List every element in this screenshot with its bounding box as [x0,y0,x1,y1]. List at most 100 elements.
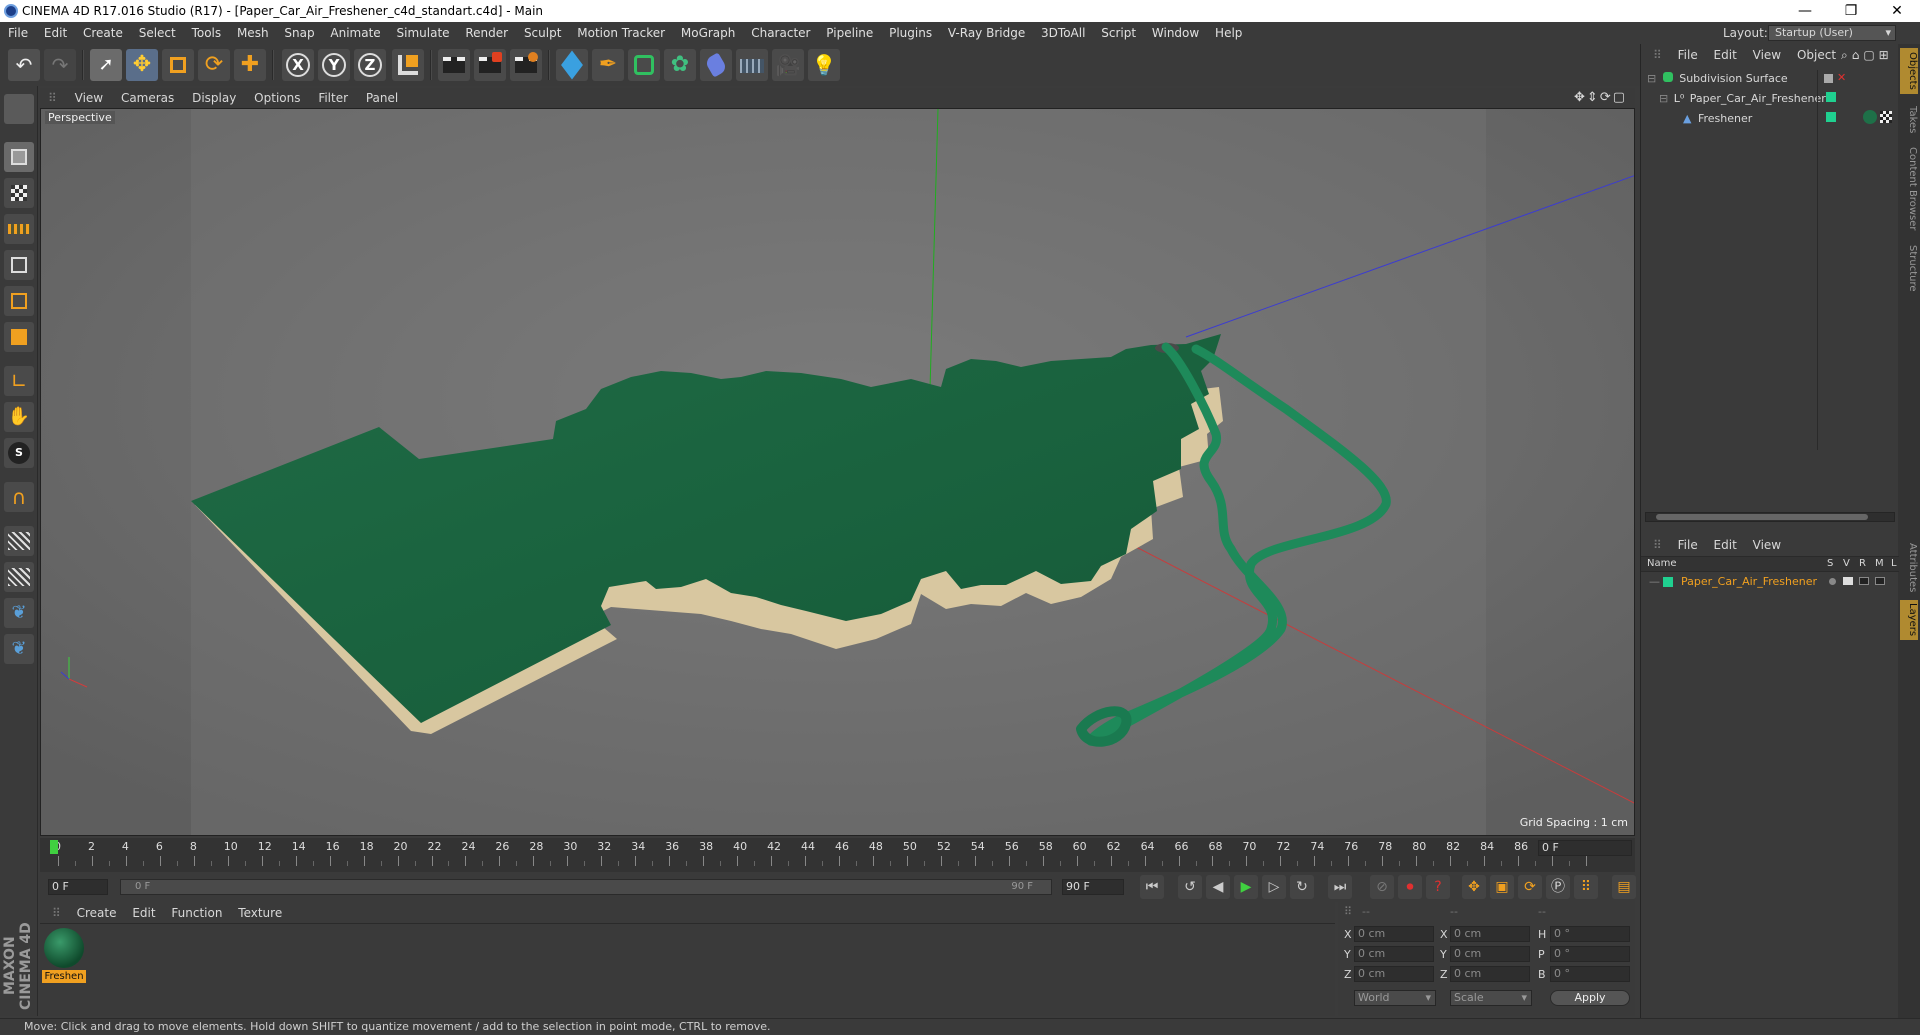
previous-frame-icon[interactable]: ◀ [1206,875,1230,899]
tweak-mode-icon[interactable]: ✋ [4,402,34,432]
viewport-navigation-icons[interactable]: ✥⇕⟳▢ [1574,88,1627,108]
menu-simulate[interactable]: Simulate [397,26,450,40]
position-y-field[interactable]: 0 cm [1354,946,1434,962]
redo-icon[interactable]: ↷ [44,49,76,81]
z-axis-lock-button[interactable]: Z [354,49,386,81]
obj-menu-view[interactable]: View [1753,48,1781,62]
viewport-menu-cameras[interactable]: Cameras [121,91,174,105]
tree-expand-icon[interactable]: ⊟ [1659,92,1668,105]
layer-toggle-icon[interactable] [1824,74,1833,83]
record-active-icon[interactable]: ⏺ [1398,875,1422,899]
tree-expand-icon[interactable]: ⊟ [1647,72,1656,85]
mat-menu-function[interactable]: Function [171,906,222,920]
obj-menu-edit[interactable]: Edit [1714,48,1737,62]
undo-icon[interactable]: ↶ [8,49,40,81]
size-y-field[interactable]: 0 cm [1450,946,1530,962]
live-select-icon[interactable]: ➚ [90,49,122,81]
points-mode-icon[interactable] [4,250,34,280]
size-x-field[interactable]: 0 cm [1450,926,1530,942]
mat-menu-create[interactable]: Create [77,906,117,920]
coordinate-space-select[interactable]: World ▾ [1354,990,1436,1006]
timeline-window-icon[interactable]: ▤ [1612,875,1636,899]
polygons-mode-icon[interactable] [4,322,34,352]
manager-icon[interactable] [1875,577,1885,585]
magnet-icon[interactable]: ∩ [4,482,34,512]
material-tag-icon[interactable] [1863,110,1877,124]
tab-content-browser[interactable]: Content Browser [1900,144,1918,234]
menu-mograph[interactable]: MoGraph [681,26,736,40]
edges-mode-icon[interactable] [4,286,34,316]
grid-lock-icon[interactable] [4,526,34,556]
menu-motion-tracker[interactable]: Motion Tracker [577,26,665,40]
menu-create[interactable]: Create [83,26,123,40]
viewport-menu-filter[interactable]: Filter [318,91,348,105]
y-axis-lock-button[interactable]: Y [318,49,350,81]
size-z-field[interactable]: 0 cm [1450,966,1530,982]
tree-item-subdivision[interactable]: ⊟ Subdivision Surface [1647,70,1788,88]
layer-menu-edit[interactable]: Edit [1714,538,1737,552]
deformer-icon[interactable] [700,49,732,81]
3d-viewport[interactable]: Perspective Grid Spacing : 1 cm [40,108,1635,836]
viewport-menu-options[interactable]: Options [254,91,300,105]
playhead-marker[interactable] [50,840,58,854]
mat-menu-texture[interactable]: Texture [238,906,282,920]
render-picture-viewer-icon[interactable] [474,49,506,81]
texture-tag-icon[interactable] [1880,111,1892,123]
workplane-lock-icon[interactable] [4,562,34,592]
play-icon[interactable]: ▶ [1234,875,1258,899]
layer-row[interactable]: — Paper_Car_Air_Freshener [1641,574,1899,590]
obj-menu-object[interactable]: Object [1797,48,1836,62]
pen-spline-icon[interactable]: ✒ [592,49,624,81]
layer-color-icon[interactable] [1826,92,1836,102]
next-key-icon[interactable]: ↻ [1290,875,1314,899]
cloner-icon[interactable]: ✿ [664,49,696,81]
coordinate-system-icon[interactable] [392,49,424,81]
menu-edit[interactable]: Edit [44,26,67,40]
menu-select[interactable]: Select [139,26,176,40]
key-rotation-icon[interactable]: ⟳ [1518,875,1542,899]
close-button[interactable]: ✕ [1874,0,1920,22]
key-parameter-icon[interactable]: Ⓟ [1546,875,1570,899]
material-swatch[interactable]: Freshen [42,926,86,984]
coordinate-mode-select[interactable]: Scale ▾ [1450,990,1532,1006]
render-icon[interactable] [1859,577,1869,585]
render-view-icon[interactable] [438,49,470,81]
recent-tool-icon[interactable]: ✚ [234,49,266,81]
tab-layers[interactable]: Layers [1900,600,1918,640]
render-settings-icon[interactable] [510,49,542,81]
tab-takes[interactable]: Takes [1900,100,1918,140]
frame-range-slider[interactable]: 0 F 90 F [120,879,1052,895]
menu-help[interactable]: Help [1215,26,1242,40]
floor-icon[interactable] [736,49,768,81]
mat-menu-edit[interactable]: Edit [132,906,155,920]
tab-objects[interactable]: Objects [1900,48,1918,94]
tab-attributes[interactable]: Attributes [1900,538,1918,598]
key-scale-icon[interactable]: ▣ [1490,875,1514,899]
layer-color-icon[interactable] [1826,112,1836,122]
workplane-mode-icon[interactable] [4,214,34,244]
rotate-tool-icon[interactable]: ⟳ [198,49,230,81]
menu-mesh[interactable]: Mesh [237,26,269,40]
deactivate-icon[interactable]: ✕ [1837,71,1846,84]
tab-structure[interactable]: Structure [1900,240,1918,296]
axis-mode-icon[interactable]: ∟ [4,366,34,396]
visible-icon[interactable] [1843,577,1853,585]
layer-menu-file[interactable]: File [1678,538,1698,552]
solo-icon[interactable] [1829,578,1836,585]
viewport-menu-display[interactable]: Display [192,91,236,105]
menu-pipeline[interactable]: Pipeline [826,26,873,40]
scale-tool-icon[interactable] [162,49,194,81]
rotation-h-field[interactable]: 0 ° [1550,926,1630,942]
key-pla-icon[interactable]: ⠿ [1574,875,1598,899]
x-axis-lock-button[interactable]: X [282,49,314,81]
next-frame-icon[interactable]: ▷ [1262,875,1286,899]
menu-sculpt[interactable]: Sculpt [524,26,561,40]
start-frame-field[interactable]: 0 F [48,879,108,895]
layout-select[interactable]: Startup (User) ▾ [1768,25,1896,41]
layer-color-icon[interactable] [1663,577,1673,587]
apply-button[interactable]: Apply [1550,990,1630,1006]
tree-item-paper-car[interactable]: ⊟ L⁰ Paper_Car_Air_Freshener [1659,90,1826,108]
viewport-menu-panel[interactable]: Panel [366,91,398,105]
menu-vray-bridge[interactable]: V-Ray Bridge [948,26,1025,40]
position-x-field[interactable]: 0 cm [1354,926,1434,942]
